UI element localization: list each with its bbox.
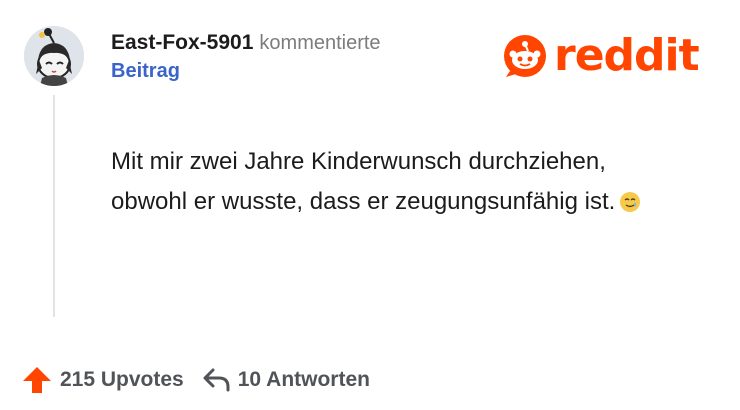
thread-line	[53, 95, 55, 317]
comment-action-text: kommentierte	[259, 32, 381, 54]
upvote-control[interactable]: 215 Upvotes	[22, 365, 184, 395]
upvote-arrow-icon[interactable]	[22, 365, 52, 395]
upvote-count: 215 Upvotes	[60, 368, 184, 391]
comment-footer: 215 Upvotes 10 Antworten	[22, 365, 370, 395]
reply-arrow-icon[interactable]	[202, 367, 230, 393]
avatar-snoo-icon	[24, 26, 84, 86]
comment-text: Mit mir zwei Jahre Kinderwunsch durchzie…	[111, 148, 616, 215]
replies-control[interactable]: 10 Antworten	[202, 367, 370, 393]
avatar[interactable]	[24, 26, 84, 86]
comment-body: Mit mir zwei Jahre Kinderwunsch durchzie…	[111, 142, 671, 226]
reddit-logo[interactable]: reddit	[502, 30, 700, 81]
smiling-tear-emoji-icon	[619, 186, 641, 226]
reddit-snoo-icon	[504, 35, 546, 77]
reddit-wordmark: reddit	[554, 30, 700, 81]
comment-header: East-Fox-5901 kommentierte Beitrag	[111, 29, 381, 84]
reply-count: 10 Antworten	[237, 368, 370, 391]
username-link[interactable]: East-Fox-5901	[111, 31, 253, 54]
post-link[interactable]: Beitrag	[111, 58, 381, 84]
